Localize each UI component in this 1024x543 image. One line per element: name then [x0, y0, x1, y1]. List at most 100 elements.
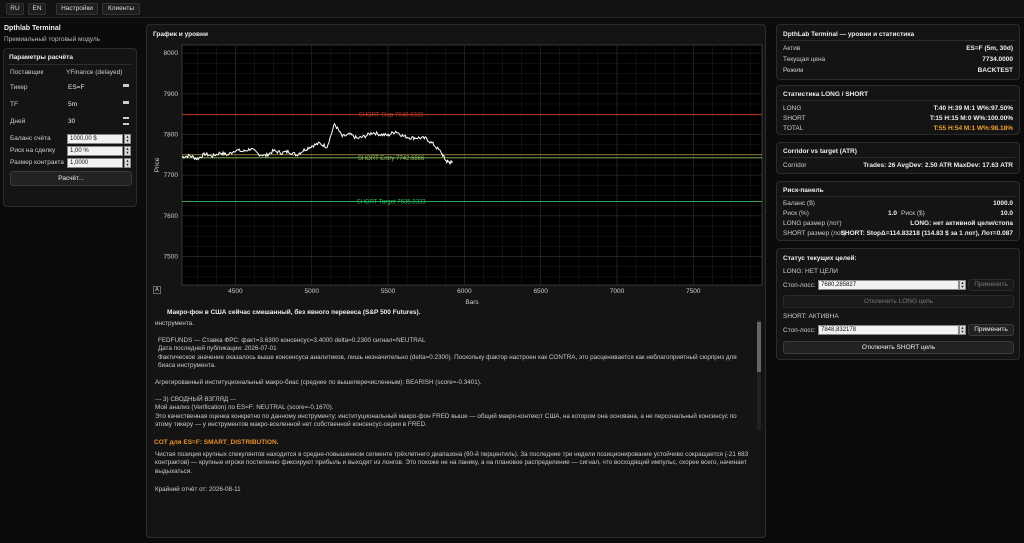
risk-panel: Риск-панель Баланс ($) 1000.0 Риск (%) 1…: [776, 181, 1020, 241]
tf-label: TF: [10, 101, 18, 108]
divider: [781, 157, 1015, 158]
x-tick-label: 5500: [381, 288, 396, 295]
x-tick-label: 7000: [610, 288, 625, 295]
provider-value[interactable]: YFinance (delayed): [66, 69, 122, 76]
short-stats-value: T:15 H:15 M:0 W%:100.00%: [929, 115, 1013, 122]
app-subtitle: Премиальный торговый модуль: [4, 36, 101, 43]
long-disable-button[interactable]: Отключить LONG цель: [783, 295, 1014, 308]
total-stats-value: T:55 H:54 M:1 W%:98.18%: [933, 125, 1013, 132]
long-apply-button[interactable]: Применить: [968, 279, 1014, 291]
long-stop-input[interactable]: 7680,285827: [818, 280, 959, 290]
analysis-p4: --- 3) СВОДНЫЙ ВЗГЛЯД --- Мой анализ (Ve…: [155, 396, 737, 429]
chart-tool-button[interactable]: A: [153, 286, 161, 294]
x-tick-label: 5000: [305, 288, 320, 295]
long-stats-label: LONG: [783, 105, 802, 112]
ticker-label: Тикер: [10, 84, 28, 91]
corridor-label: Corridor: [783, 162, 807, 169]
params-panel: Параметры расчёта Поставщик YFinance (de…: [3, 48, 137, 207]
short-stop-input[interactable]: 7848,832178: [818, 325, 959, 335]
contract-spinner[interactable]: ▲ ▼: [124, 158, 131, 168]
x-axis-label: Bars: [465, 299, 479, 306]
risk-balance-label: Баланс ($): [783, 200, 815, 207]
analysis-scrollbar[interactable]: [757, 320, 761, 430]
targets-panel: Статус текущих целей: LONG: НЕТ ЦЕЛИ Сто…: [776, 248, 1020, 360]
total-stats-label: TOTAL: [783, 125, 804, 132]
y-tick-label: 8000: [164, 50, 179, 57]
x-tick-label: 6500: [533, 288, 548, 295]
long-size-value: LONG: нет активной цели/стопа: [910, 220, 1013, 227]
y-tick-label: 7900: [164, 91, 179, 98]
y-tick-label: 7800: [164, 131, 179, 138]
analysis-textbox[interactable]: инструмента. FEDFUNDS — Ставка ФРС: факт…: [153, 318, 763, 436]
long-stop-spinner[interactable]: ▲ ▼: [959, 280, 966, 290]
price-chart[interactable]: 7500 7600 7700 7800 7900 8000 4500 5000 5500 6000…: [147, 39, 765, 309]
mode-value: BACKTEST: [977, 67, 1013, 74]
settings-button[interactable]: Настройки: [56, 3, 98, 15]
risk-balance-value: 1000.0: [993, 200, 1013, 207]
days-input[interactable]: 30: [68, 118, 75, 125]
ticker-input[interactable]: ES=F: [68, 84, 84, 91]
balance-input[interactable]: 1000,00 $: [67, 134, 123, 144]
long-stop-label: Стоп-лосс:: [783, 282, 816, 289]
provider-label: Поставщик: [10, 69, 44, 76]
y-axis-label: Price: [154, 157, 161, 172]
level-label-target: SHORT Target 7635.3333: [357, 199, 427, 205]
divider: [781, 40, 1015, 41]
contract-input[interactable]: 1,0000: [67, 158, 123, 168]
levels-panel: DpthLab Terminal — уровни и статистика А…: [776, 24, 1020, 80]
chart-panel: График и уровни 7500 7600 7700 7800 7900 8000…: [146, 24, 766, 538]
analysis-p3: Агрегированный институциональный макро-б…: [155, 379, 482, 386]
stats-panel: Статистика LONG / SHORT LONG T:40 H:39 M…: [776, 85, 1020, 135]
level-label-stop: SHORT Stop 7848.8322: [359, 113, 424, 119]
days-label: Дней: [10, 118, 26, 125]
chart-panel-title: График и уровни: [153, 31, 208, 38]
short-stats-label: SHORT: [783, 115, 806, 122]
short-disable-button[interactable]: Отключить SHORT цель: [783, 341, 1014, 354]
tf-dropdown-icon[interactable]: [123, 101, 129, 104]
corridor-panel: Corridor vs target (ATR) Corridor Trades…: [776, 142, 1020, 174]
risk-input[interactable]: 1,00 %: [67, 146, 123, 156]
short-apply-button[interactable]: Применить: [968, 324, 1014, 336]
sidebar: Dpthlab Terminal Премиальный торговый мо…: [0, 18, 140, 543]
lang-ru-button[interactable]: RU: [6, 3, 24, 15]
targets-title: Статус текущих целей:: [783, 255, 857, 262]
divider: [8, 64, 132, 65]
risk-pct-value: 1.0: [888, 210, 898, 217]
short-stop-label: Стоп-лосс:: [783, 327, 816, 334]
y-tick-label: 7600: [164, 213, 179, 220]
risk-pct-label: Риск (%): [783, 210, 809, 217]
levels-title: DpthLab Terminal — уровни и статистика: [783, 31, 915, 38]
days-spin-icon[interactable]: [123, 117, 129, 125]
risk-usd-value: 10.0: [1000, 210, 1013, 217]
tf-input[interactable]: 5m: [68, 101, 77, 108]
x-tick-label: 6000: [457, 288, 472, 295]
corridor-value: Trades: 26 AvgDev: 2.50 ATR MaxDev: 17.6…: [863, 162, 1013, 169]
mode-label: Режим: [783, 67, 804, 74]
short-target-status: SHORT: АКТИВНА: [783, 313, 839, 320]
divider: [781, 196, 1015, 197]
short-stop-spinner[interactable]: ▲ ▼: [959, 325, 966, 335]
stats-title: Статистика LONG / SHORT: [783, 91, 869, 98]
risk-panel-title: Риск-панель: [783, 187, 824, 194]
asset-value: ES=F (5m, 30d): [966, 45, 1013, 52]
lang-en-button[interactable]: EN: [28, 3, 46, 15]
divider: [781, 100, 1015, 101]
analysis-p1: инструмента.: [155, 320, 194, 327]
scrollbar-thumb[interactable]: [757, 322, 761, 372]
ticker-dropdown-icon[interactable]: [123, 84, 129, 87]
clients-button[interactable]: Клиенты: [102, 3, 140, 15]
long-stats-value: T:40 H:39 M:1 W%:97.50%: [933, 105, 1013, 112]
balance-label: Баланс счёта: [10, 135, 51, 142]
app-title: Dpthlab Terminal: [4, 25, 61, 32]
price-label: Текущая цена: [783, 56, 826, 63]
long-size-label: LONG размер (лот): [783, 220, 842, 227]
long-target-status: LONG: НЕТ ЦЕЛИ: [783, 268, 838, 275]
balance-spinner[interactable]: ▲ ▼: [124, 134, 131, 144]
calc-button[interactable]: Расчёт...: [10, 171, 132, 186]
short-size-label: SHORT размер (лот): [783, 230, 846, 237]
asset-label: Актив: [783, 45, 801, 52]
y-tick-label: 7700: [164, 172, 179, 179]
price-value: 7734.0000: [982, 56, 1013, 63]
risk-spinner[interactable]: ▲ ▼: [124, 146, 131, 156]
short-size-value: SHORT: StopΔ=114.83218 (114.83 $ за 1 ло…: [840, 230, 1013, 237]
